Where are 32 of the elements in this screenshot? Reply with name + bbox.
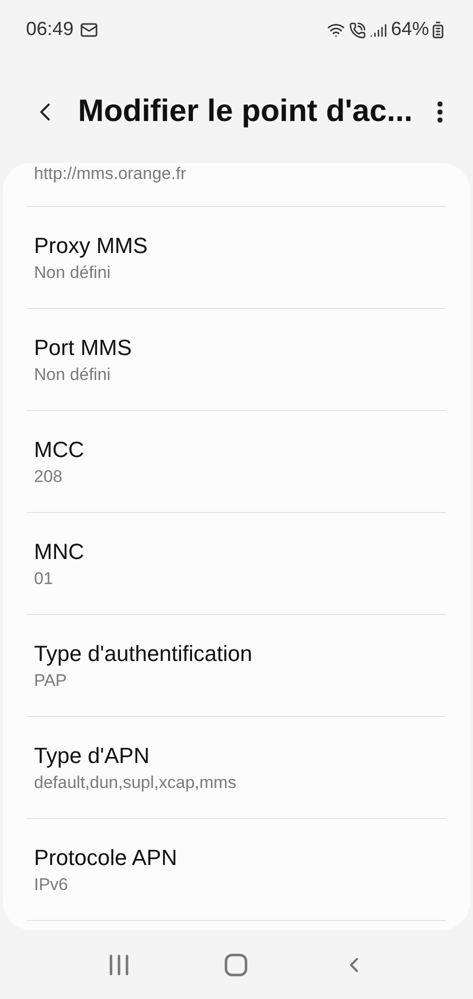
setting-title: Type d'authentification: [34, 640, 254, 668]
status-time: 06:49: [26, 18, 74, 42]
setting-item[interactable]: MNC 01: [27, 513, 446, 615]
setting-title: Type d'APN: [34, 742, 150, 770]
page-title: Modifier le point d'ac...: [78, 92, 413, 130]
setting-item[interactable]: Proxy MMS Non défini: [27, 207, 446, 309]
setting-title: Proxy MMS: [34, 232, 149, 260]
setting-value: 01: [34, 568, 54, 590]
setting-value: Non défini: [34, 364, 112, 386]
mail-icon: [80, 21, 98, 39]
more-icon: [437, 100, 443, 122]
setting-value: default,dun,supl,xcap,mms: [34, 772, 238, 794]
setting-item[interactable]: Port MMS Non défini: [27, 309, 446, 411]
setting-item[interactable]: Type d'APN default,dun,supl,xcap,mms: [27, 717, 446, 819]
setting-item[interactable]: Protocole APN IPv6: [27, 819, 446, 921]
setting-value: IPv6: [34, 874, 70, 896]
setting-title: Protocole APN: [34, 844, 178, 872]
setting-title: Port MMS: [34, 334, 133, 362]
battery-percent: 64%: [390, 18, 429, 42]
more-options-button[interactable]: [437, 100, 443, 122]
call-icon: [348, 22, 366, 38]
setting-value: 208: [34, 466, 64, 488]
setting-title: MNC: [34, 538, 86, 566]
setting-value: PAP: [34, 670, 68, 692]
signal-icon: [370, 22, 387, 38]
setting-item[interactable]: Type d'authentification PAP: [27, 615, 446, 717]
setting-value: Non défini: [34, 262, 112, 284]
setting-value: http://mms.orange.fr: [34, 163, 186, 185]
setting-item[interactable]: MCC 208: [27, 411, 446, 513]
wifi-icon: [326, 21, 345, 39]
setting-title: MCC: [34, 436, 86, 464]
home-button[interactable]: [224, 952, 248, 976]
